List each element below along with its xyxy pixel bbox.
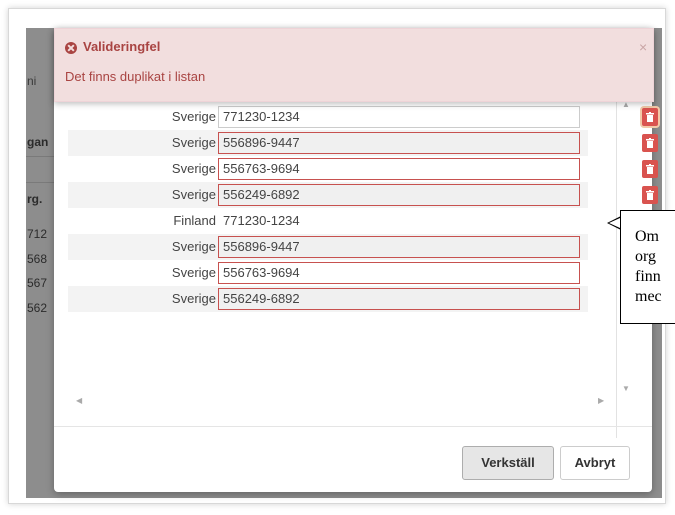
- list-item: Sverige 556896-9447: [68, 130, 588, 156]
- trash-icon: [646, 138, 654, 148]
- org-number-field[interactable]: 556763-9694: [218, 262, 580, 284]
- scroll-right-icon[interactable]: ▶: [598, 396, 604, 405]
- delete-row-button[interactable]: [642, 186, 658, 204]
- trash-icon: [646, 190, 654, 200]
- cancel-button[interactable]: Avbryt: [560, 446, 630, 480]
- callout-pointer-inner: [609, 218, 620, 228]
- country-label: Finland: [173, 213, 216, 228]
- background-text: gan: [27, 135, 49, 149]
- org-number-field[interactable]: 556249-6892: [218, 184, 580, 206]
- background-text: ni: [27, 74, 37, 88]
- org-number-list: Sverige 771230-1234 Sverige 556896-9447 …: [68, 98, 617, 438]
- org-number-field[interactable]: 771230-1234: [218, 106, 580, 128]
- callout-note: Om org finn mec: [620, 210, 675, 324]
- list-item: Sverige 556896-9447: [68, 234, 588, 260]
- apply-button[interactable]: Verkställ: [462, 446, 554, 480]
- country-label: Sverige: [171, 187, 216, 202]
- org-number-field[interactable]: 556896-9447: [218, 132, 580, 154]
- delete-row-button[interactable]: [642, 108, 658, 126]
- list-item: Sverige 771230-1234: [68, 104, 588, 130]
- list-item: Sverige 556249-6892: [68, 286, 588, 312]
- delete-row-button[interactable]: [642, 160, 658, 178]
- list-item: Sverige 556763-9694: [68, 156, 588, 182]
- org-number-field[interactable]: 556249-6892: [218, 288, 580, 310]
- background-text: 562: [27, 301, 48, 315]
- country-label: Sverige: [171, 161, 216, 176]
- list-item: Sverige 556249-6892: [68, 182, 588, 208]
- background-text: 567: [27, 276, 48, 290]
- callout-line: mec: [635, 288, 662, 305]
- list-item: Finland 771230-1234: [68, 208, 588, 234]
- org-number-field[interactable]: 771230-1234: [218, 210, 580, 232]
- country-label: Sverige: [171, 291, 216, 306]
- delete-row-button[interactable]: [642, 134, 658, 152]
- background-text: 568: [27, 252, 48, 266]
- callout-line: org: [635, 248, 657, 265]
- org-number-field[interactable]: 556763-9694: [218, 158, 580, 180]
- background-divider: [26, 156, 56, 157]
- scroll-down-icon[interactable]: ▼: [622, 384, 630, 393]
- background-text: 712: [27, 227, 48, 241]
- country-label: Sverige: [171, 239, 216, 254]
- background-divider: [26, 182, 56, 183]
- close-icon[interactable]: ×: [639, 39, 647, 55]
- callout-spacer: [621, 211, 675, 227]
- scroll-left-icon[interactable]: ◀: [76, 396, 82, 405]
- country-label: Sverige: [171, 265, 216, 280]
- trash-icon: [646, 112, 654, 122]
- footer-divider: [54, 426, 652, 427]
- country-label: Sverige: [171, 109, 216, 124]
- trash-icon: [646, 164, 654, 174]
- country-label: Sverige: [171, 135, 216, 150]
- error-circle-icon: [65, 42, 77, 54]
- callout-line: Om: [635, 228, 659, 245]
- org-number-field[interactable]: 556896-9447: [218, 236, 580, 258]
- toast-message: Det finns duplikat i listan: [65, 69, 206, 84]
- callout-line: finn: [635, 268, 661, 285]
- validation-error-toast: Valideringfel Det finns duplikat i lista…: [54, 28, 654, 102]
- toast-title: Valideringfel: [83, 39, 161, 54]
- list-item: Sverige 556763-9694: [68, 260, 588, 286]
- background-text: rg.: [27, 192, 43, 206]
